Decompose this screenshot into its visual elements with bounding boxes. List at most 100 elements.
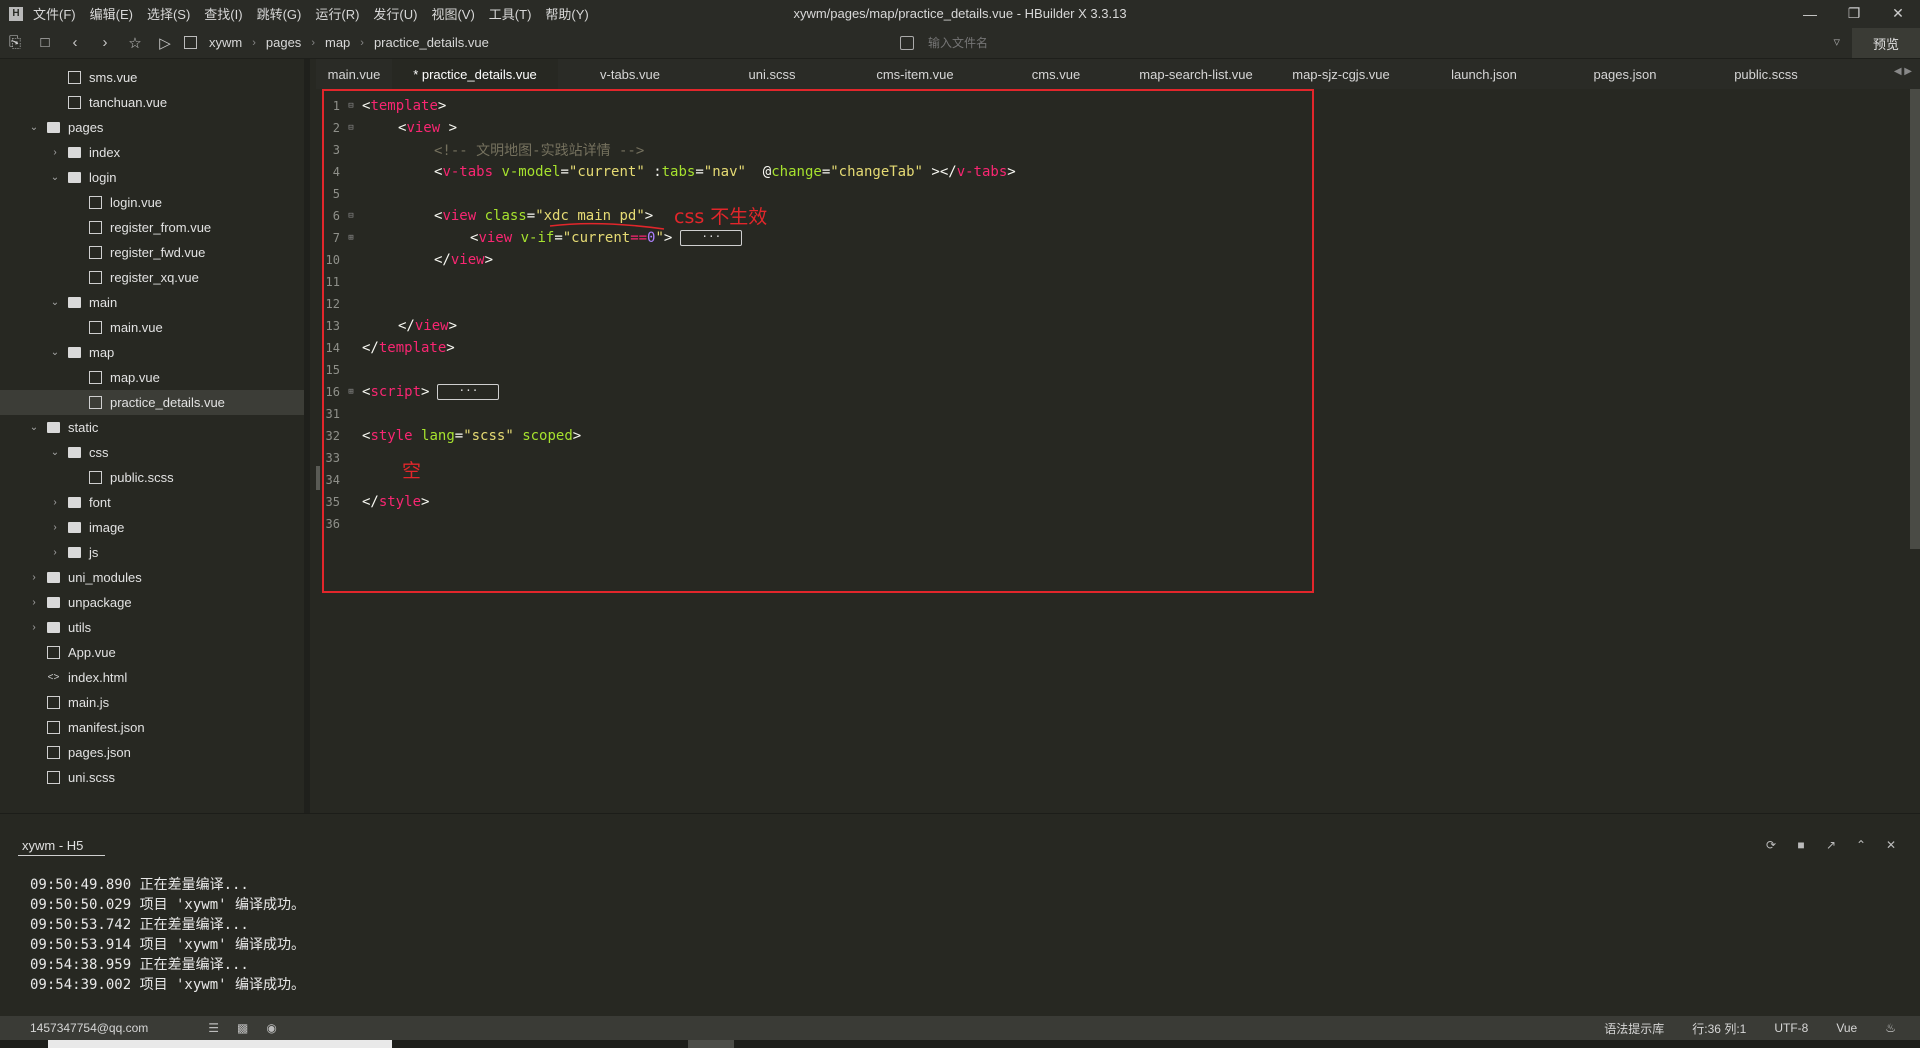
- run-icon[interactable]: ▷: [150, 27, 180, 59]
- restart-icon[interactable]: ⟳: [1756, 838, 1786, 852]
- editor-tab[interactable]: launch.json: [1414, 59, 1554, 89]
- tree-file[interactable]: tanchuan.vue: [0, 90, 304, 115]
- expand-fold-icon[interactable]: ⊞: [344, 233, 358, 243]
- code-line[interactable]: 31: [316, 403, 362, 425]
- tree-file[interactable]: uni.scss: [0, 765, 304, 790]
- collapsed-region[interactable]: ···: [437, 384, 500, 400]
- chevron-right-icon[interactable]: ›: [49, 522, 61, 533]
- tree-file[interactable]: register_from.vue: [0, 215, 304, 240]
- tree-file[interactable]: App.vue: [0, 640, 304, 665]
- tree-file[interactable]: public.scss: [0, 465, 304, 490]
- code-line[interactable]: 10 </view>: [316, 249, 493, 271]
- tree-folder[interactable]: ⌄ map: [0, 340, 304, 365]
- chevron-down-icon[interactable]: ⌄: [28, 122, 40, 133]
- code-line[interactable]: 14 </template>: [316, 337, 455, 359]
- code-line[interactable]: 5: [316, 183, 362, 205]
- collapsed-region[interactable]: ···: [680, 230, 743, 246]
- syntax-library[interactable]: 语法提示库: [1604, 1020, 1664, 1037]
- tree-file[interactable]: main.js: [0, 690, 304, 715]
- close-icon[interactable]: ✕: [1876, 0, 1920, 27]
- splitter-handle[interactable]: [316, 466, 320, 490]
- stop-icon[interactable]: ■: [1786, 838, 1816, 852]
- tree-folder[interactable]: ⌄ main: [0, 290, 304, 315]
- chevron-down-icon[interactable]: ⌄: [49, 297, 61, 308]
- menu-item[interactable]: 查找(I): [204, 4, 242, 23]
- taskbar-item[interactable]: [688, 1040, 734, 1048]
- code-line[interactable]: 3 <!-- 文明地图-实践站详情 -->: [316, 139, 645, 161]
- menu-item[interactable]: 运行(R): [315, 4, 359, 23]
- cursor-position[interactable]: 行:36 列:1: [1692, 1020, 1746, 1037]
- editor-tab[interactable]: public.scss: [1696, 59, 1836, 89]
- chevron-right-icon[interactable]: ›: [49, 547, 61, 558]
- chevron-right-icon[interactable]: ›: [28, 622, 40, 633]
- tree-folder[interactable]: › unpackage: [0, 590, 304, 615]
- fold-icon[interactable]: ⊟: [344, 123, 358, 133]
- notification-bell-icon[interactable]: ♨: [1885, 1021, 1896, 1035]
- menu-item[interactable]: 视图(V): [431, 4, 474, 23]
- chevron-down-icon[interactable]: ⌄: [49, 447, 61, 458]
- code-line[interactable]: 34: [316, 469, 362, 491]
- code-line[interactable]: 12: [316, 293, 362, 315]
- editor-tab[interactable]: map-search-list.vue: [1124, 59, 1268, 89]
- tree-folder[interactable]: ⌄ static: [0, 415, 304, 440]
- breadcrumb-item[interactable]: practice_details.vue: [374, 35, 489, 50]
- chevron-down-icon[interactable]: ⌄: [49, 347, 61, 358]
- tree-file[interactable]: login.vue: [0, 190, 304, 215]
- chevron-down-icon[interactable]: ⌄: [28, 422, 40, 433]
- tree-folder[interactable]: ⌄ login: [0, 165, 304, 190]
- tree-file[interactable]: manifest.json: [0, 715, 304, 740]
- save-icon[interactable]: □: [30, 27, 60, 59]
- editor-tab[interactable]: pages.json: [1554, 59, 1696, 89]
- code-line[interactable]: 4 <v-tabs v-model="current" :tabs="nav" @…: [316, 161, 1016, 183]
- breadcrumb-item[interactable]: pages: [266, 35, 301, 50]
- tree-file[interactable]: main.vue: [0, 315, 304, 340]
- code-line[interactable]: 11: [316, 271, 362, 293]
- restore-icon[interactable]: ❐: [1832, 0, 1876, 27]
- code-editor[interactable]: 1 ⊟ <template> 2 ⊟ <view >3 <!-- 文明地图-实践站详情 --…: [316, 89, 1910, 813]
- editor-scrollbar[interactable]: [1910, 89, 1920, 549]
- file-search-input[interactable]: [928, 36, 1728, 50]
- menu-item[interactable]: 文件(F): [33, 4, 76, 23]
- language-mode[interactable]: Vue: [1836, 1021, 1857, 1035]
- editor-tab[interactable]: v-tabs.vue: [558, 59, 702, 89]
- menu-item[interactable]: 编辑(E): [90, 4, 133, 23]
- code-line[interactable]: 13 </view>: [316, 315, 457, 337]
- tree-file[interactable]: map.vue: [0, 365, 304, 390]
- menu-item[interactable]: 帮助(Y): [545, 4, 588, 23]
- tree-file[interactable]: register_fwd.vue: [0, 240, 304, 265]
- fold-icon[interactable]: ⊟: [344, 101, 358, 111]
- editor-tab[interactable]: map-sjz-cgjs.vue: [1268, 59, 1414, 89]
- expand-fold-icon[interactable]: ⊞: [344, 387, 358, 397]
- fold-icon[interactable]: ⊟: [344, 211, 358, 221]
- code-line[interactable]: 35 </style>: [316, 491, 430, 513]
- menu-item[interactable]: 发行(U): [373, 4, 417, 23]
- bookmark-star-icon[interactable]: ☆: [120, 27, 150, 59]
- tab-scroll-icon[interactable]: ◀ ▶: [1894, 66, 1912, 77]
- code-line[interactable]: 32 <style lang="scss" scoped>: [316, 425, 582, 447]
- tree-folder[interactable]: › uni_modules: [0, 565, 304, 590]
- tree-file[interactable]: pages.json: [0, 740, 304, 765]
- chevron-right-icon[interactable]: ›: [28, 597, 40, 608]
- forward-icon[interactable]: ›: [90, 27, 120, 59]
- chevron-down-icon[interactable]: ⌄: [49, 172, 61, 183]
- editor-tab[interactable]: * practice_details.vue: [392, 59, 558, 89]
- plugin-icon[interactable]: ◉: [266, 1021, 276, 1035]
- tree-file[interactable]: <> index.html: [0, 665, 304, 690]
- encoding[interactable]: UTF-8: [1774, 1021, 1808, 1035]
- outline-icon[interactable]: ☰: [208, 1021, 219, 1035]
- chevron-right-icon[interactable]: ›: [28, 572, 40, 583]
- code-line[interactable]: 16 ⊞ <script> ···: [316, 381, 500, 403]
- breadcrumb-item[interactable]: map: [325, 35, 350, 50]
- user-account[interactable]: 1457347754@qq.com: [30, 1021, 148, 1035]
- back-icon[interactable]: ‹: [60, 27, 90, 59]
- code-line[interactable]: 36: [316, 513, 362, 535]
- collapse-up-icon[interactable]: ⌃: [1846, 838, 1876, 852]
- minimize-icon[interactable]: —: [1788, 0, 1832, 27]
- taskbar-item[interactable]: [48, 1040, 392, 1048]
- preview-button[interactable]: 预览: [1852, 28, 1920, 58]
- tree-file[interactable]: practice_details.vue: [0, 390, 304, 415]
- code-line[interactable]: 1 ⊟ <template>: [316, 95, 447, 117]
- menu-item[interactable]: 跳转(G): [257, 4, 302, 23]
- editor-tab[interactable]: cms-item.vue: [842, 59, 988, 89]
- breadcrumb-item[interactable]: xywm: [209, 35, 242, 50]
